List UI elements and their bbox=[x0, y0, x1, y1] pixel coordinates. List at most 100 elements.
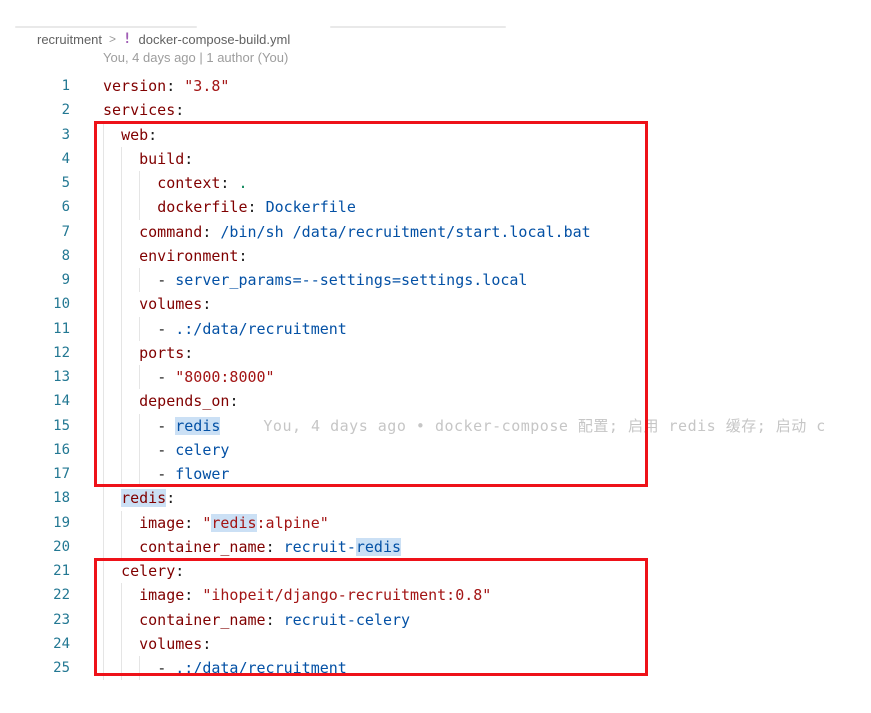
line-number[interactable]: 23 bbox=[0, 608, 70, 632]
indent-guide bbox=[139, 656, 140, 680]
code-token bbox=[103, 562, 121, 580]
line-number[interactable]: 21 bbox=[0, 559, 70, 583]
code-line-content: web: bbox=[103, 123, 871, 147]
indent-guide bbox=[121, 608, 122, 632]
code-token bbox=[103, 271, 157, 289]
code-line[interactable]: 3 web: bbox=[0, 123, 871, 147]
line-number[interactable]: 11 bbox=[0, 317, 70, 341]
indent-guide bbox=[103, 583, 104, 607]
indent-guide bbox=[139, 365, 140, 389]
code-line-content: volumes: bbox=[103, 292, 871, 316]
indent-guide bbox=[139, 317, 140, 341]
code-line[interactable]: 16 - celery bbox=[0, 438, 871, 462]
code-token bbox=[103, 174, 157, 192]
code-line-content: celery: bbox=[103, 559, 871, 583]
code-line[interactable]: 14 depends_on: bbox=[0, 389, 871, 413]
line-number[interactable]: 13 bbox=[0, 365, 70, 389]
code-line[interactable]: 22 image: "ihopeit/django-recruitment:0.… bbox=[0, 583, 871, 607]
code-editor[interactable]: 1version: "3.8"2services:3 web:4 build:5… bbox=[0, 74, 871, 680]
code-token: - bbox=[157, 368, 175, 386]
code-line[interactable]: 6 dockerfile: Dockerfile bbox=[0, 195, 871, 219]
code-token bbox=[103, 320, 157, 338]
line-number[interactable]: 5 bbox=[0, 171, 70, 195]
line-number[interactable]: 12 bbox=[0, 341, 70, 365]
breadcrumb-folder[interactable]: recruitment bbox=[37, 32, 102, 47]
code-line-content: version: "3.8" bbox=[103, 74, 871, 98]
code-line[interactable]: 12 ports: bbox=[0, 341, 871, 365]
code-line[interactable]: 13 - "8000:8000" bbox=[0, 365, 871, 389]
line-number[interactable]: 9 bbox=[0, 268, 70, 292]
line-number[interactable]: 3 bbox=[0, 123, 70, 147]
code-line[interactable]: 9 - server_params=--settings=settings.lo… bbox=[0, 268, 871, 292]
code-token: recruit- bbox=[284, 538, 356, 556]
code-token: : bbox=[184, 514, 202, 532]
indent-guide bbox=[139, 462, 140, 486]
code-line[interactable]: 21 celery: bbox=[0, 559, 871, 583]
code-line[interactable]: 4 build: bbox=[0, 147, 871, 171]
line-number[interactable]: 14 bbox=[0, 389, 70, 413]
code-token bbox=[103, 198, 157, 216]
code-line[interactable]: 18 redis: bbox=[0, 486, 871, 510]
line-number[interactable]: 19 bbox=[0, 511, 70, 535]
code-line[interactable]: 1 version: "3.8" bbox=[0, 74, 871, 98]
code-token: .:/data/recruitment bbox=[175, 659, 347, 677]
code-token: container_name bbox=[139, 611, 265, 629]
line-number[interactable]: 2 bbox=[0, 98, 70, 122]
line-number[interactable]: 15 bbox=[0, 414, 70, 438]
code-token: celery bbox=[175, 441, 229, 459]
code-line[interactable]: 19 image: "redis:alpine" bbox=[0, 511, 871, 535]
code-lines: 1version: "3.8"2services:3 web:4 build:5… bbox=[0, 74, 871, 680]
code-token: Dockerfile bbox=[266, 198, 356, 216]
line-number[interactable]: 4 bbox=[0, 147, 70, 171]
line-number[interactable]: 24 bbox=[0, 632, 70, 656]
code-line[interactable]: 11 - .:/data/recruitment bbox=[0, 317, 871, 341]
line-number[interactable]: 8 bbox=[0, 244, 70, 268]
line-number[interactable]: 25 bbox=[0, 656, 70, 680]
code-line[interactable]: 2services: bbox=[0, 98, 871, 122]
line-number[interactable]: 22 bbox=[0, 583, 70, 607]
code-token bbox=[103, 659, 157, 677]
code-line-content: container_name: recruit-redis bbox=[103, 535, 871, 559]
code-token: : bbox=[248, 198, 266, 216]
code-line-content: - "8000:8000" bbox=[103, 365, 871, 389]
line-number[interactable]: 16 bbox=[0, 438, 70, 462]
code-token bbox=[103, 126, 121, 144]
line-number[interactable]: 10 bbox=[0, 292, 70, 316]
code-token: : bbox=[202, 223, 220, 241]
code-token: : bbox=[238, 247, 247, 265]
code-line[interactable]: 20 container_name: recruit-redis bbox=[0, 535, 871, 559]
indent-guide bbox=[121, 220, 122, 244]
code-line[interactable]: 17 - flower bbox=[0, 462, 871, 486]
code-line[interactable]: 7 command: /bin/sh /data/recruitment/sta… bbox=[0, 220, 871, 244]
code-token bbox=[103, 465, 157, 483]
indent-guide bbox=[121, 535, 122, 559]
code-line[interactable]: 15 - redisYou, 4 days ago • docker-compo… bbox=[0, 414, 871, 438]
gitlens-authors-lens[interactable]: You, 4 days ago | 1 author (You) bbox=[103, 50, 288, 65]
code-token: : bbox=[220, 174, 238, 192]
code-line-content: build: bbox=[103, 147, 871, 171]
line-number[interactable]: 6 bbox=[0, 195, 70, 219]
breadcrumb-file[interactable]: docker-compose-build.yml bbox=[138, 32, 290, 47]
code-token: command bbox=[139, 223, 202, 241]
code-token: container_name bbox=[139, 538, 265, 556]
indent-guide bbox=[121, 462, 122, 486]
line-number[interactable]: 17 bbox=[0, 462, 70, 486]
code-token: environment bbox=[139, 247, 238, 265]
code-line-content: container_name: recruit-celery bbox=[103, 608, 871, 632]
line-number[interactable]: 7 bbox=[0, 220, 70, 244]
indent-guide bbox=[139, 414, 140, 438]
indent-guide bbox=[121, 147, 122, 171]
line-number[interactable]: 1 bbox=[0, 74, 70, 98]
indent-guide bbox=[121, 268, 122, 292]
code-line[interactable]: 25 - .:/data/recruitment bbox=[0, 656, 871, 680]
code-line[interactable]: 10 volumes: bbox=[0, 292, 871, 316]
code-line[interactable]: 8 environment: bbox=[0, 244, 871, 268]
code-line[interactable]: 5 context: . bbox=[0, 171, 871, 195]
code-token: : bbox=[166, 489, 175, 507]
line-number[interactable]: 20 bbox=[0, 535, 70, 559]
code-token: : bbox=[175, 101, 184, 119]
code-line[interactable]: 23 container_name: recruit-celery bbox=[0, 608, 871, 632]
code-line[interactable]: 24 volumes: bbox=[0, 632, 871, 656]
line-number[interactable]: 18 bbox=[0, 486, 70, 510]
indent-guide bbox=[103, 389, 104, 413]
